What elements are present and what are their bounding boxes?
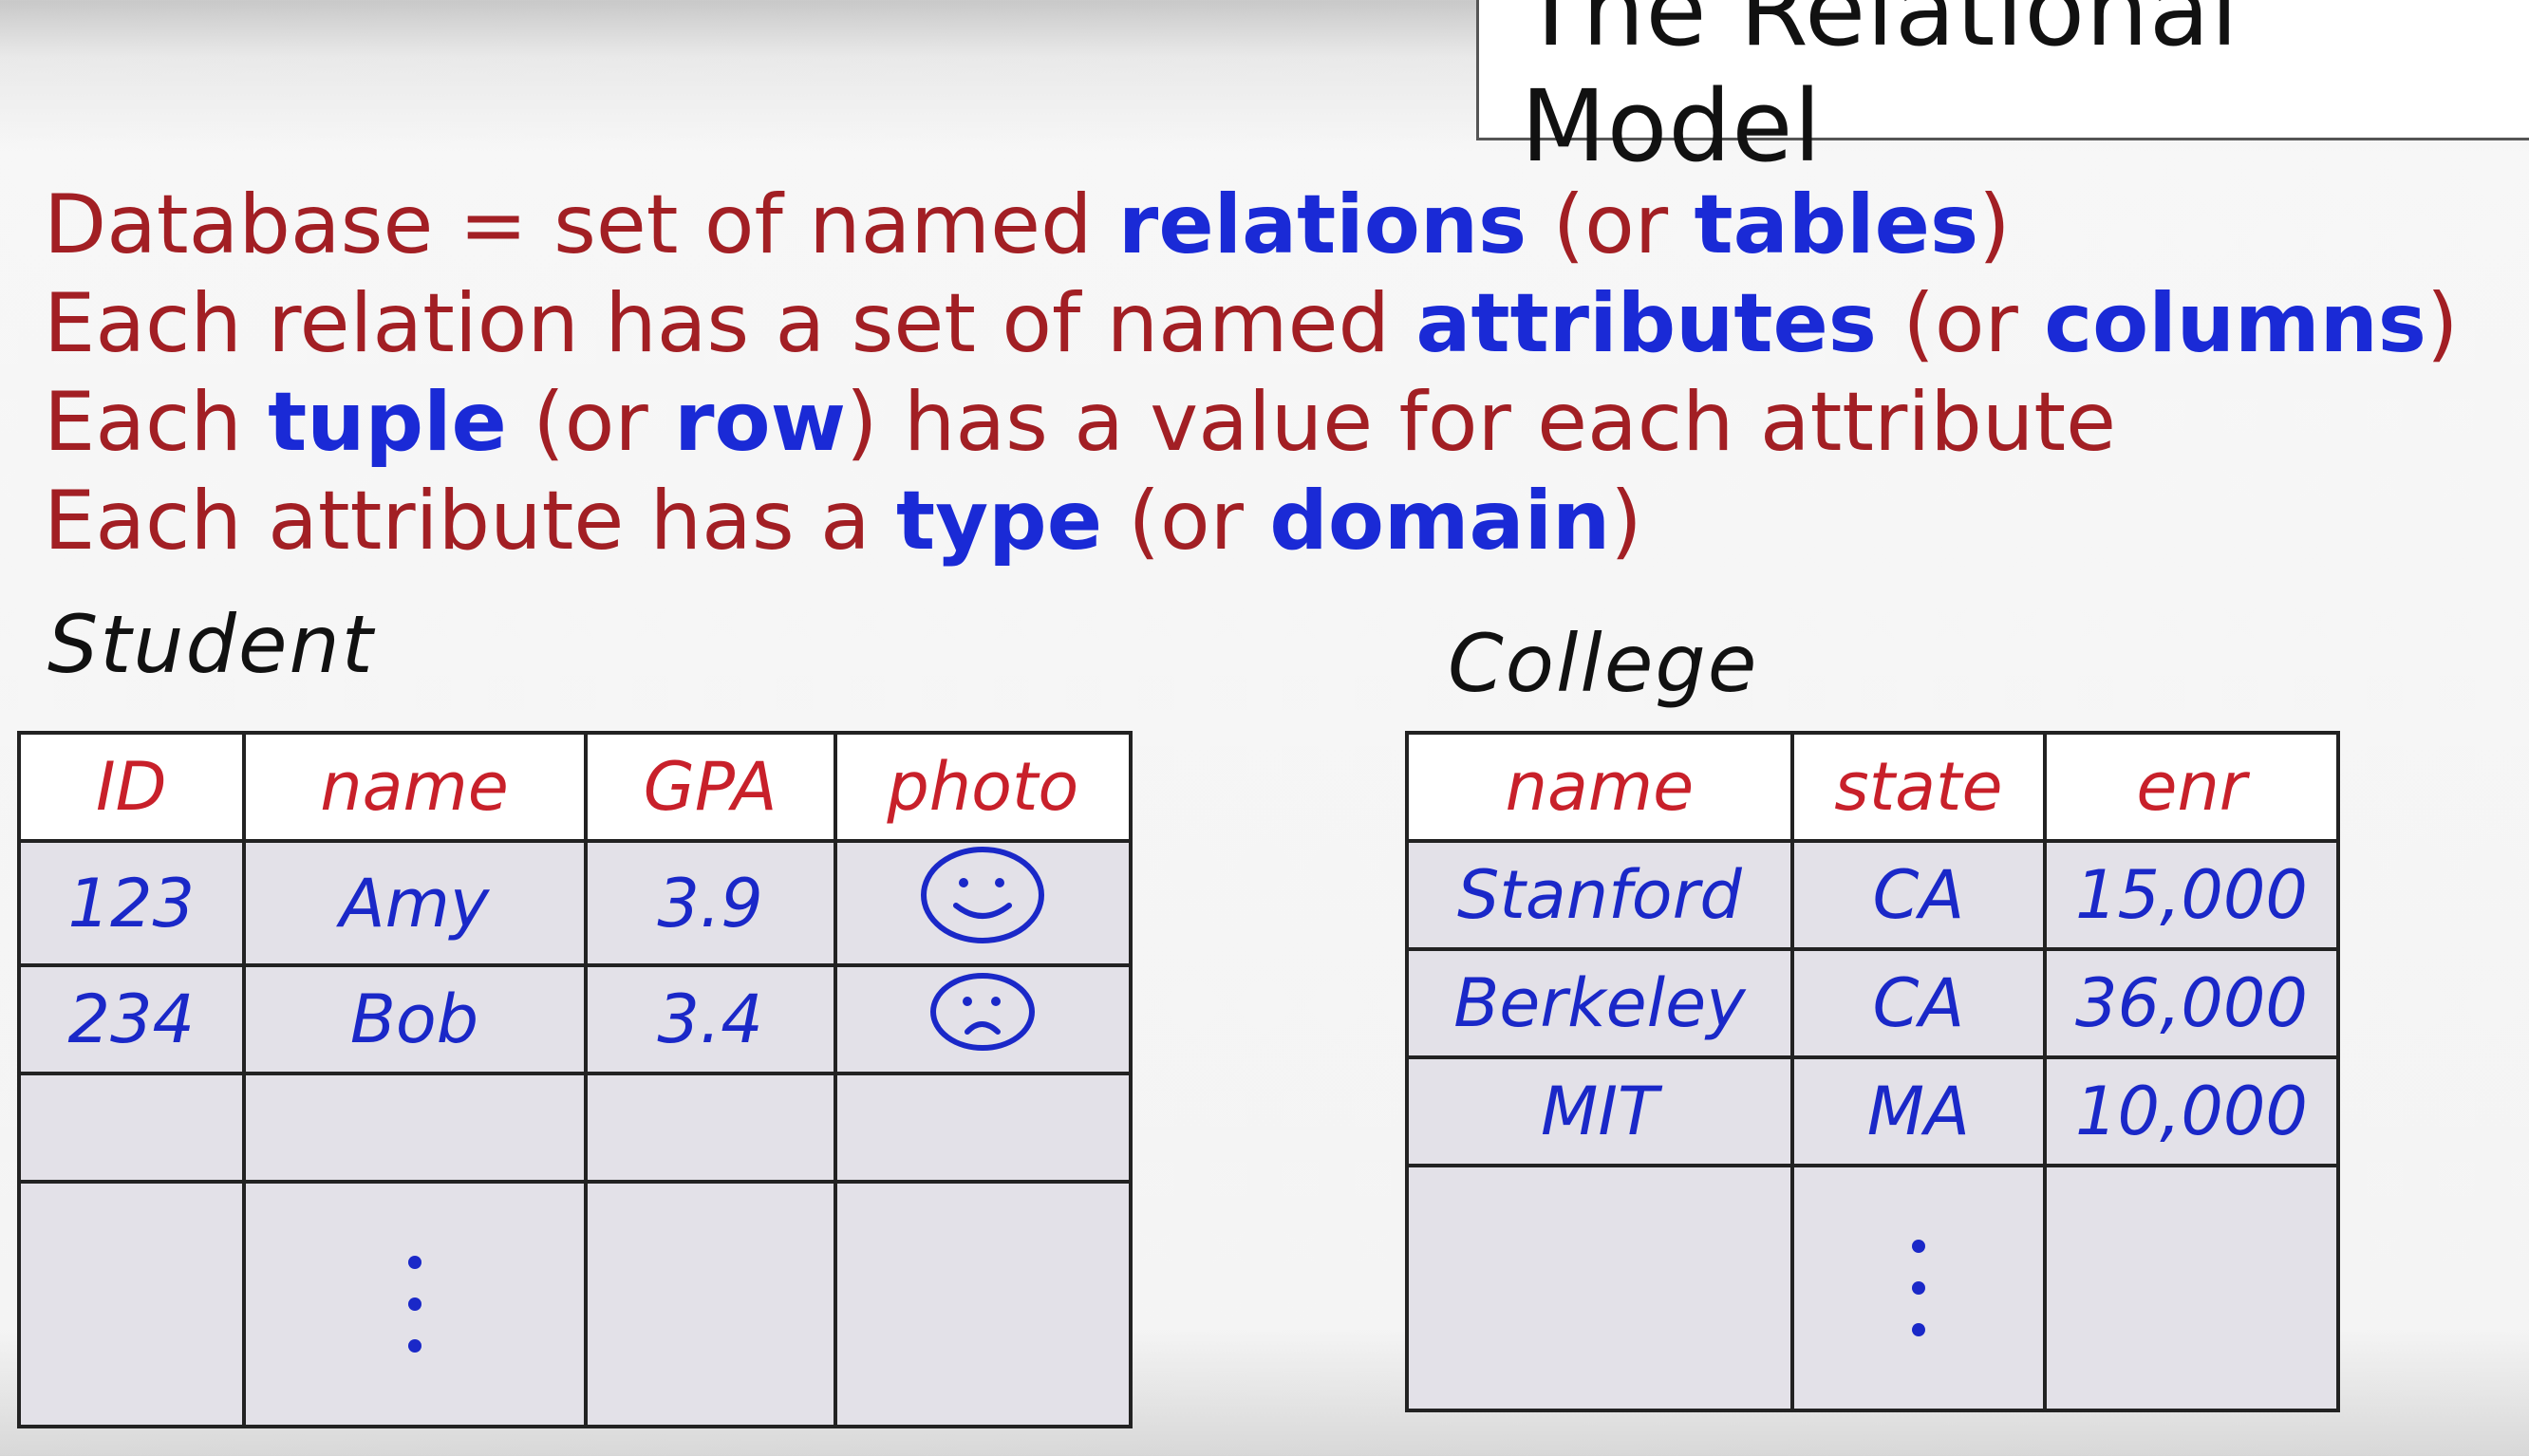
table-row-continuation [1405,1164,2341,1412]
bullet-line-1: Database = set of named relations (or ta… [44,176,2322,274]
text: ) [1978,177,2011,272]
cell-name: MIT [1405,1055,1794,1167]
student-table: ID name GPA photo 123 Amy 3.9 234 Bob 3.… [17,731,1133,1428]
sad-face-icon [930,972,1036,1051]
empty-cell [2042,1164,2341,1412]
column-header: state [1789,731,2047,843]
cell-state: CA [1789,947,2047,1059]
slide-title-box: The Relational Model [1476,0,2529,184]
keyword: row [674,375,847,470]
ellipsis-cell [1789,1164,2047,1412]
text: Database = set of named [44,177,1118,272]
ellipsis-cell [241,1180,588,1428]
text: (or [1876,276,2045,371]
cell-gpa: 3.9 [583,839,837,967]
cell-photo [833,839,1133,967]
keyword: tables [1694,177,1979,272]
vertical-ellipsis-icon [246,1256,584,1353]
keyword: columns [2044,276,2426,371]
bullet-list: Database = set of named relations (or ta… [44,176,2459,570]
header-row: name state enr [1405,731,2341,843]
empty-cell [833,1072,1133,1184]
table-row: Berkeley CA 36,000 [1405,947,2341,1059]
slide-title: The Relational Model [1521,0,2239,184]
empty-cell [833,1180,1133,1428]
keyword: domain [1269,474,1611,569]
column-header: enr [2042,731,2341,843]
cell-photo [833,963,1133,1075]
table-row: 123 Amy 3.9 [17,839,1133,967]
table-row: Stanford CA 15,000 [1405,839,2341,951]
text: Each [44,375,269,470]
empty-cell [583,1180,837,1428]
keyword: attributes [1415,276,1877,371]
column-header: photo [833,731,1133,843]
text: (or [506,375,675,470]
college-table: name state enr Stanford CA 15,000 Berkel… [1405,731,2341,1412]
cell-name: Amy [241,839,588,967]
cell-enr: 36,000 [2042,947,2341,1059]
cell-name: Bob [241,963,588,1075]
student-table-name: Student [47,598,375,691]
smiley-face-icon [921,847,1045,943]
table-row-continuation [17,1180,1133,1428]
college-table-name: College [1448,617,1759,710]
text: Each attribute has a [44,474,897,569]
keyword: tuple [268,375,507,470]
cell-state: MA [1789,1055,2047,1167]
text: (or [1102,474,1270,569]
empty-cell [1405,1164,1794,1412]
cell-id: 123 [17,839,246,967]
table-row-empty [17,1072,1133,1184]
empty-cell [17,1072,246,1184]
table-row: 234 Bob 3.4 [17,963,1133,1075]
cell-state: CA [1789,839,2047,951]
bullet-line-4: Each attribute has a type (or domain) [44,472,2322,570]
header-row: ID name GPA photo [17,731,1133,843]
empty-cell [241,1072,588,1184]
text: ) [1610,474,1642,569]
text: ) has a value for each attribute [846,375,2116,470]
cell-name: Berkeley [1405,947,1794,1059]
vertical-ellipsis-icon [1794,1240,2043,1336]
column-header: ID [17,731,246,843]
text: ) [2426,276,2459,371]
column-header: name [241,731,588,843]
text: (or [1527,177,1695,272]
cell-name: Stanford [1405,839,1794,951]
keyword: relations [1117,177,1527,272]
column-header: GPA [583,731,837,843]
table-row: MIT MA 10,000 [1405,1055,2341,1167]
cell-enr: 15,000 [2042,839,2341,951]
column-header: name [1405,731,1794,843]
cell-enr: 10,000 [2042,1055,2341,1167]
cell-gpa: 3.4 [583,963,837,1075]
keyword: type [896,474,1103,569]
empty-cell [583,1072,837,1184]
text: Each relation has a set of named [44,276,1416,371]
cell-id: 234 [17,963,246,1075]
bullet-line-2: Each relation has a set of named attribu… [44,274,2459,373]
empty-cell [17,1180,246,1428]
bullet-line-3: Each tuple (or row) has a value for each… [44,373,2322,472]
